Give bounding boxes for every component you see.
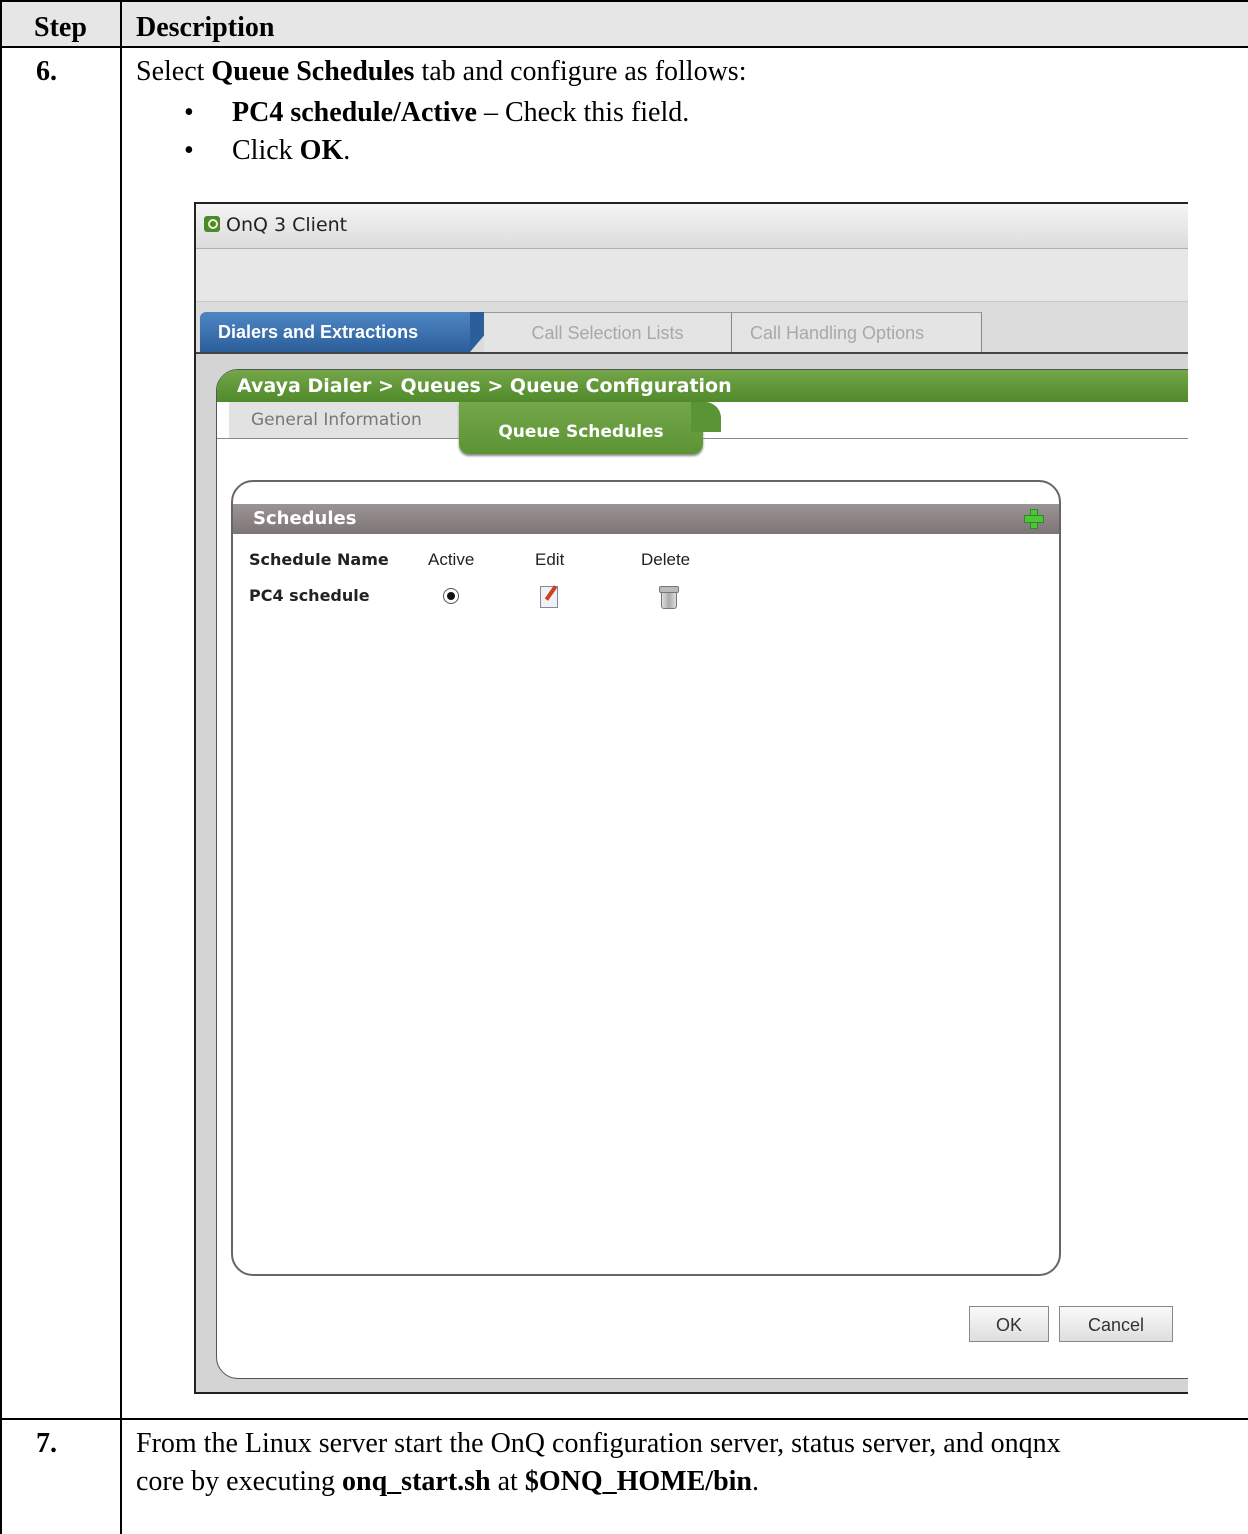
col-active: Active xyxy=(428,550,475,569)
onq-client-window: OnQ 3 Client Dialers and Extractions Cal… xyxy=(194,202,1188,1394)
step-6-intro: Select Queue Schedules tab and configure… xyxy=(136,56,747,87)
breadcrumb: Avaya Dialer > Queues > Queue Configurat… xyxy=(217,370,1188,402)
col-schedule-name: Schedule Name xyxy=(249,550,389,569)
bullet-item: PC4 schedule/Active – Check this field. xyxy=(180,94,689,132)
toolbar xyxy=(196,249,1188,302)
step-number-6: 6. xyxy=(36,56,57,87)
app-icon xyxy=(204,216,220,232)
table-row-divider xyxy=(0,1418,1248,1420)
step-7-line1: From the Linux server start the OnQ conf… xyxy=(136,1428,1061,1459)
step-7-line2: core by executing onq_start.sh at $ONQ_H… xyxy=(136,1466,759,1497)
col-edit: Edit xyxy=(535,550,565,569)
table-border-top xyxy=(0,0,1248,2)
window-title: OnQ 3 Client xyxy=(226,214,348,236)
step-number-7: 7. xyxy=(36,1428,57,1459)
schedules-header: Schedules xyxy=(233,504,1059,534)
header-description: Description xyxy=(136,12,275,43)
step-6-bullets: PC4 schedule/Active – Check this field. … xyxy=(180,94,689,170)
table-header-divider xyxy=(0,46,1248,48)
tab-dialers-and-extractions[interactable]: Dialers and Extractions xyxy=(200,312,504,352)
table-column-divider xyxy=(120,0,122,1534)
tab-call-selection-lists[interactable]: Call Selection Lists xyxy=(484,312,732,352)
edit-icon[interactable] xyxy=(540,586,558,608)
table-border-left xyxy=(0,0,2,1534)
schedule-name-cell: PC4 schedule xyxy=(249,586,370,605)
window-titlebar: OnQ 3 Client xyxy=(196,204,1188,249)
bullet-item: Click OK. xyxy=(180,132,689,170)
header-step: Step xyxy=(34,12,87,43)
tab-general-information[interactable]: General Information xyxy=(229,402,467,438)
tab-queue-schedules[interactable]: Queue Schedules xyxy=(459,402,721,454)
tab-call-handling-options[interactable]: Call Handling Options xyxy=(732,312,982,352)
schedules-title: Schedules xyxy=(253,508,357,529)
active-radio[interactable] xyxy=(443,588,459,604)
schedules-panel: Schedules Schedule Name Active Edit Dele… xyxy=(231,480,1061,1276)
trash-icon[interactable] xyxy=(659,586,679,609)
ok-button[interactable]: OK xyxy=(969,1306,1049,1342)
add-schedule-icon[interactable] xyxy=(1023,508,1045,530)
queue-configuration-panel: Avaya Dialer > Queues > Queue Configurat… xyxy=(216,369,1188,1379)
col-delete: Delete xyxy=(641,550,691,569)
cancel-button[interactable]: Cancel xyxy=(1059,1306,1173,1342)
